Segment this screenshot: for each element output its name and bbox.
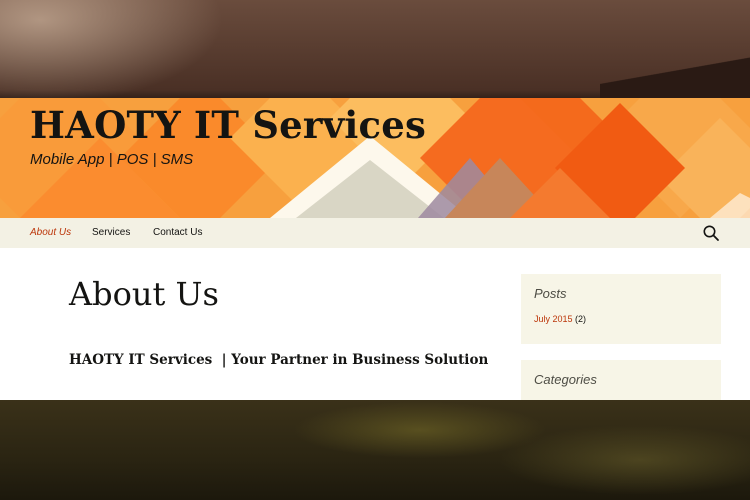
widget-title-posts: Posts [534, 286, 567, 301]
background-mountain [600, 55, 750, 100]
nav-item-services[interactable]: Services [92, 218, 130, 248]
search-icon[interactable] [702, 224, 720, 242]
nav-item-about-us[interactable]: About Us [30, 218, 71, 248]
widget-categories: Categories [521, 360, 721, 400]
site-title[interactable]: HAOTY IT Services [30, 100, 426, 150]
page-title: About Us [69, 275, 219, 313]
site-tagline: Mobile App | POS | SMS [30, 151, 194, 168]
main-navigation: About Us Services Contact Us [0, 218, 750, 248]
widget-title-categories: Categories [534, 372, 597, 387]
nav-item-contact-us[interactable]: Contact Us [153, 218, 202, 248]
archive-item: July 2015 (2) [534, 314, 586, 324]
page-subtitle: HAOTY IT Services | Your Partner in Busi… [69, 352, 489, 368]
archive-count: (2) [575, 314, 587, 324]
widget-posts: Posts July 2015 (2) [521, 274, 721, 344]
background-ground [0, 400, 750, 500]
main-content: About Us HAOTY IT Services | Your Partne… [0, 248, 750, 400]
archive-link-july-2015[interactable]: July 2015 [534, 314, 573, 324]
